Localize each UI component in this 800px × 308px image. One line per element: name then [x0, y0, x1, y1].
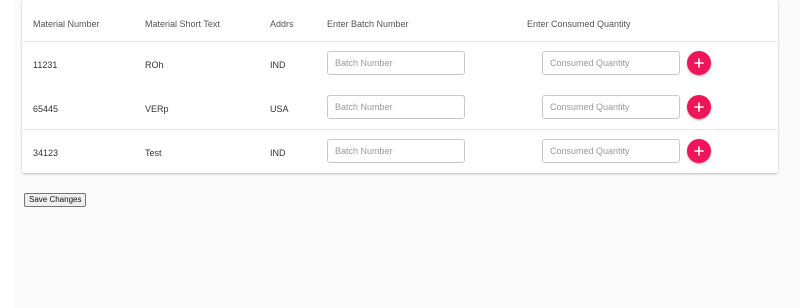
consumed-quantity-input[interactable]	[542, 95, 680, 119]
header-addrs: Addrs	[270, 19, 294, 29]
cell-material-number: 34123	[33, 148, 59, 158]
consumed-quantity-input[interactable]	[542, 51, 680, 75]
cell-material-number: 11231	[33, 60, 58, 70]
batch-number-input[interactable]	[327, 139, 465, 163]
cell-material-short-text: ROh	[145, 60, 164, 70]
materials-table: Material Number Material Short Text Addr…	[22, 0, 778, 173]
cell-material-short-text: Test	[145, 148, 162, 158]
cell-addrs: IND	[270, 60, 286, 70]
add-button[interactable]	[687, 51, 711, 75]
table-header-row: Material Number Material Short Text Addr…	[22, 0, 778, 42]
table-row: 34123 Test IND	[22, 130, 778, 174]
header-material-number: Material Number	[33, 19, 100, 29]
plus-icon	[694, 58, 704, 68]
cell-addrs: USA	[270, 104, 289, 114]
table-row: 11231 ROh IND	[22, 42, 778, 86]
cell-material-number: 65445	[33, 104, 59, 114]
add-button[interactable]	[687, 139, 711, 163]
add-button[interactable]	[687, 95, 711, 119]
consumed-quantity-input[interactable]	[542, 139, 680, 163]
batch-number-input[interactable]	[327, 95, 465, 119]
table-row: 65445 VERp USA	[22, 86, 778, 130]
batch-number-input[interactable]	[327, 51, 465, 75]
left-strip	[0, 0, 14, 308]
plus-icon	[694, 146, 704, 156]
cell-addrs: IND	[270, 148, 286, 158]
header-batch-number: Enter Batch Number	[327, 19, 409, 29]
header-material-short-text: Material Short Text	[145, 19, 220, 29]
save-changes-button[interactable]: Save Changes	[24, 193, 87, 207]
header-consumed-quantity: Enter Consumed Quantity	[527, 19, 631, 29]
cell-material-short-text: VERp	[145, 104, 169, 114]
plus-icon	[694, 102, 704, 112]
